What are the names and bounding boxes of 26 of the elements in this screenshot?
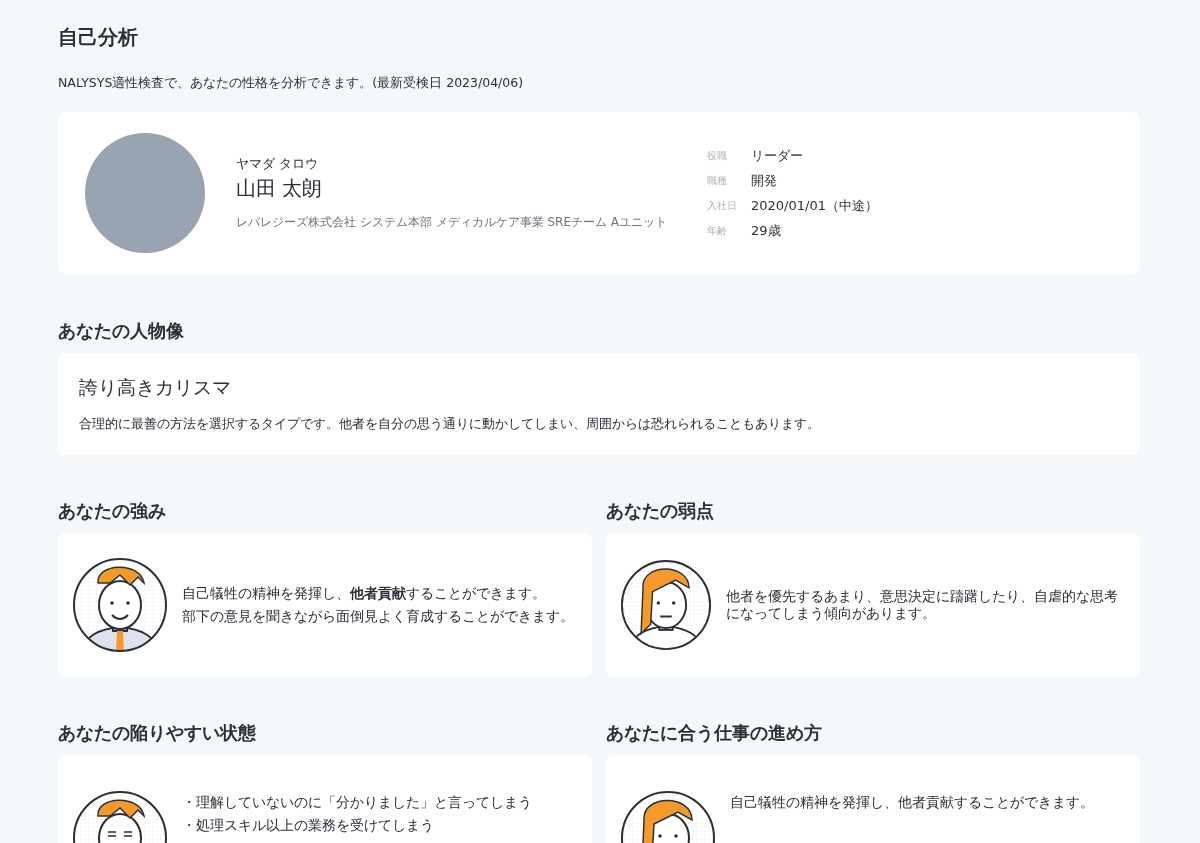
name-kana: ヤマダ タロウ bbox=[236, 155, 319, 173]
section-heading: あなたの陥りやすい状態 bbox=[58, 721, 257, 745]
card-text: ・処理スキル以上の業務を受けてしまう bbox=[182, 816, 435, 834]
detail-label: 職種 bbox=[707, 173, 728, 188]
card-text: 他者を優先するあまり、意思決定に躊躇したり、自虐的な思考になってしまう傾向があります。 bbox=[726, 588, 1119, 622]
detail-value: 29歳 bbox=[751, 221, 782, 240]
card-text: ・理解していないのに「分かりました」と言ってしまう bbox=[182, 794, 532, 811]
detail-label: 入社日 bbox=[707, 198, 738, 213]
card-text: 自己犠牲の精神を発揮し、他者貢献することができます。 bbox=[730, 794, 1094, 811]
persona-description: 合理的に最善の方法を選択するタイプです。他者を自分の思う通りに動かしてしまい、周囲からは恐れられることもあります。 bbox=[79, 415, 821, 433]
detail-label: 年齢 bbox=[707, 223, 728, 238]
persona-type: 誇り高きカリスマ bbox=[79, 375, 232, 400]
detail-value: 2020/01/01（中途） bbox=[751, 196, 878, 215]
section-heading: あなたに合う仕事の進め方 bbox=[606, 721, 823, 745]
card-text: 部下の意見を聞きながら面倒見よく育成することができます。 bbox=[182, 608, 574, 625]
page-title: 自己分析 bbox=[58, 24, 139, 51]
detail-value: リーダー bbox=[751, 146, 804, 165]
section-heading: あなたの弱点 bbox=[606, 499, 715, 523]
section-heading: あなたの人物像 bbox=[58, 319, 185, 343]
detail-value: 開発 bbox=[751, 171, 778, 190]
detail-label: 役職 bbox=[707, 148, 728, 163]
page-subtitle: NALYSYS適性検査で、あなたの性格を分析できます。(最新受検日 2023/04/06) bbox=[58, 75, 525, 92]
section-heading: あなたの強み bbox=[58, 499, 167, 523]
card-text: 自己犠牲の精神を発揮し、他者貢献することができます。 bbox=[182, 585, 547, 602]
department-text: レバレジーズ株式会社 システム本部 メディカルケア事業 SREチーム Aユニット bbox=[236, 213, 668, 231]
user-name: 山田 太朗 bbox=[236, 174, 324, 202]
